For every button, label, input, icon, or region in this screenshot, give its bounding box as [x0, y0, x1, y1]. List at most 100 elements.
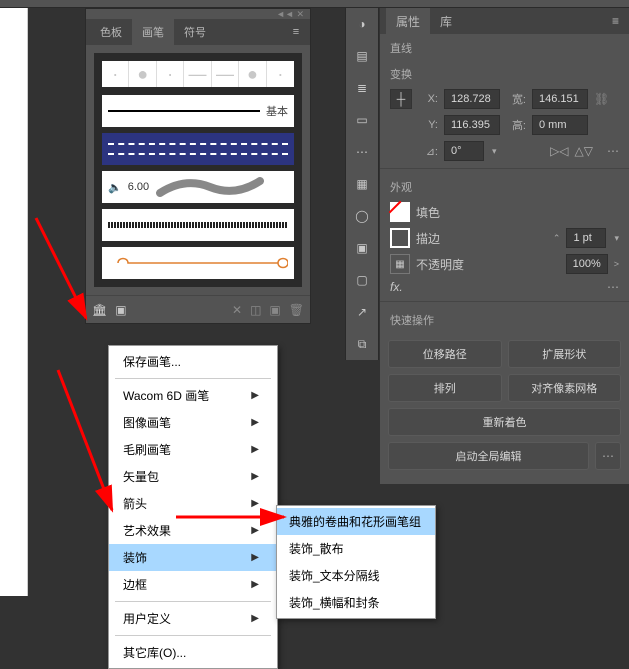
opacity-value[interactable]: 100% — [566, 254, 608, 274]
section-appearance: 外观 — [380, 173, 629, 199]
gradient-icon[interactable]: ▭ — [352, 110, 372, 130]
flip-h-icon[interactable]: ▷◁ — [550, 144, 568, 158]
remove-stroke-icon[interactable]: ✕ — [232, 303, 242, 317]
tab-brushes[interactable]: 画笔 — [132, 19, 174, 45]
brush-thumb-6[interactable]: ● — [239, 61, 266, 87]
menu-art-effects[interactable]: 艺术效果 ▶ — [109, 517, 277, 544]
stroke-swatch[interactable] — [390, 228, 410, 248]
w-label: 宽: — [506, 91, 526, 107]
menu-wacom[interactable]: Wacom 6D 画笔 ▶ — [109, 382, 277, 409]
btn-global-edit[interactable]: 启动全局编辑 — [388, 442, 589, 470]
brush-strip-decorative[interactable] — [102, 247, 294, 279]
panel-menu-icon[interactable]: ≡ — [286, 19, 306, 45]
opacity-icon[interactable]: ▦ — [390, 254, 410, 274]
menu-decorative[interactable]: 装饰 ▶ — [109, 544, 277, 571]
submenu-arrow-icon: ▶ — [251, 390, 259, 401]
brush-thumb-5[interactable]: — — [212, 61, 239, 87]
menu-vector[interactable]: 矢量包 ▶ — [109, 463, 277, 490]
artboard-icon[interactable]: ⧉ — [352, 334, 372, 354]
decorative-submenu: 典雅的卷曲和花形画笔组 装饰_散布 装饰_文本分隔线 装饰_横幅和封条 — [276, 505, 436, 619]
menu-bristle[interactable]: 毛刷画笔 ▶ — [109, 436, 277, 463]
brush-strip-calligraphic[interactable]: 🔈 6.00 — [102, 171, 294, 203]
submenu-elegant-curl[interactable]: 典雅的卷曲和花形画笔组 — [277, 508, 435, 535]
tab-properties[interactable]: 属性 — [386, 8, 430, 34]
layers-icon[interactable]: ▣ — [352, 238, 372, 258]
brush-libraries-icon[interactable]: 🏛 — [92, 303, 107, 317]
dock-panel: ◑ ▤ ≣ ▭ ⋯ ▦ ◯ ▣ ▢ ↗ ⧉ — [345, 8, 379, 360]
btn-offset-path[interactable]: 位移路径 — [388, 340, 502, 368]
menu-arrows-label: 箭头 — [123, 495, 147, 512]
tab-swatches[interactable]: 色板 — [90, 24, 132, 40]
brush-thumb-2[interactable]: ● — [129, 61, 156, 87]
brush-strip-pattern[interactable] — [102, 133, 294, 165]
y-value[interactable]: 116.395 — [444, 115, 500, 135]
reference-point-icon[interactable]: ┼ — [390, 89, 412, 109]
fx-label[interactable]: fx. — [390, 280, 403, 294]
brush-tabs: 色板 画笔 符号 ≡ — [86, 19, 310, 45]
w-value[interactable]: 146.151 — [532, 89, 588, 109]
properties-panel: 属性 库 ≡ 直线 变换 ┼ X: 128.728 宽: 146.151 ⛓ Y… — [380, 8, 629, 484]
submenu-arrow-icon: ▶ — [251, 444, 259, 455]
brush-strip-charcoal[interactable] — [102, 209, 294, 241]
opacity-label: 不透明度 — [416, 256, 464, 273]
btn-recolor[interactable]: 重新着色 — [388, 408, 621, 436]
submenu-arrow-icon: ▶ — [251, 579, 259, 590]
brush-thumb-4[interactable]: — — [184, 61, 211, 87]
tab-library[interactable]: 库 — [430, 13, 462, 30]
brush-preview-area: · ● · — — ● · 基本 🔈 6.00 — [94, 53, 302, 287]
menu-arrows[interactable]: 箭头 ▶ — [109, 490, 277, 517]
brush-size-value: 6.00 — [128, 181, 149, 193]
libraries-icon[interactable]: ▣ — [115, 303, 126, 317]
delete-brush-icon[interactable]: 🗑 — [289, 303, 304, 317]
menu-wacom-label: Wacom 6D 画笔 — [123, 387, 209, 404]
menu-bristle-label: 毛刷画笔 — [123, 441, 171, 458]
menu-user-defined[interactable]: 用户定义 ▶ — [109, 605, 277, 632]
menu-image-brush-label: 图像画笔 — [123, 414, 171, 431]
submenu-banners[interactable]: 装饰_横幅和封条 — [277, 589, 435, 616]
properties-tabs: 属性 库 ≡ — [380, 8, 629, 34]
opacity-arrow-icon[interactable]: > — [614, 259, 619, 269]
link-icon[interactable]: ⛓ — [594, 92, 609, 106]
grid-icon[interactable]: ▦ — [352, 174, 372, 194]
rotate-value[interactable]: 0° — [444, 141, 484, 161]
more-appearance-icon[interactable]: ⋯ — [607, 280, 619, 294]
panel-menu-icon[interactable]: ≡ — [602, 14, 629, 28]
btn-global-edit-options[interactable]: ⋯ — [595, 442, 621, 470]
btn-align-pixel[interactable]: 对齐像素网格 — [508, 374, 622, 402]
brush-thumb-7[interactable]: · — [267, 61, 294, 87]
x-value[interactable]: 128.728 — [444, 89, 500, 109]
submenu-scatter[interactable]: 装饰_散布 — [277, 535, 435, 562]
more-transform-icon[interactable]: ⋯ — [607, 144, 619, 158]
menu-other-library[interactable]: 其它库(O)... — [109, 639, 277, 666]
stroke-width-value[interactable]: 1 pt — [566, 228, 606, 248]
flip-v-icon[interactable]: △▽ — [575, 144, 593, 158]
fill-swatch[interactable] — [390, 202, 410, 222]
basic-label: 基本 — [266, 103, 288, 119]
h-value[interactable]: 0 mm — [532, 115, 588, 135]
menu-art-effects-label: 艺术效果 — [123, 522, 171, 539]
submenu-text-divider[interactable]: 装饰_文本分隔线 — [277, 562, 435, 589]
swatches-icon[interactable]: ▤ — [352, 46, 372, 66]
menu-decorative-label: 装饰 — [123, 549, 147, 566]
tab-symbols[interactable]: 符号 — [174, 24, 216, 40]
color-mixer-icon[interactable]: ◑ — [352, 14, 372, 34]
brush-panel-footer: 🏛 ▣ ✕ ◫ ▣ 🗑 — [86, 295, 310, 323]
brush-thumb-3[interactable]: · — [157, 61, 184, 87]
section-line: 直线 — [380, 34, 629, 60]
btn-arrange[interactable]: 排列 — [388, 374, 502, 402]
menu-border[interactable]: 边框 ▶ — [109, 571, 277, 598]
doc-icon[interactable]: ▢ — [352, 270, 372, 290]
circle-icon[interactable]: ◯ — [352, 206, 372, 226]
export-icon[interactable]: ↗ — [352, 302, 372, 322]
menu-image-brush[interactable]: 图像画笔 ▶ — [109, 409, 277, 436]
menu-border-label: 边框 — [123, 576, 147, 593]
more-icon[interactable]: ⋯ — [352, 142, 372, 162]
y-label: Y: — [418, 119, 438, 131]
brush-strip-basic[interactable]: 基本 — [102, 95, 294, 127]
brush-thumb-1[interactable]: · — [102, 61, 129, 87]
btn-expand-shape[interactable]: 扩展形状 — [508, 340, 622, 368]
lines-icon[interactable]: ≣ — [352, 78, 372, 98]
new-brush-icon[interactable]: ▣ — [269, 303, 280, 317]
brush-options-icon[interactable]: ◫ — [250, 303, 261, 317]
menu-save-brushes[interactable]: 保存画笔... — [109, 348, 277, 375]
